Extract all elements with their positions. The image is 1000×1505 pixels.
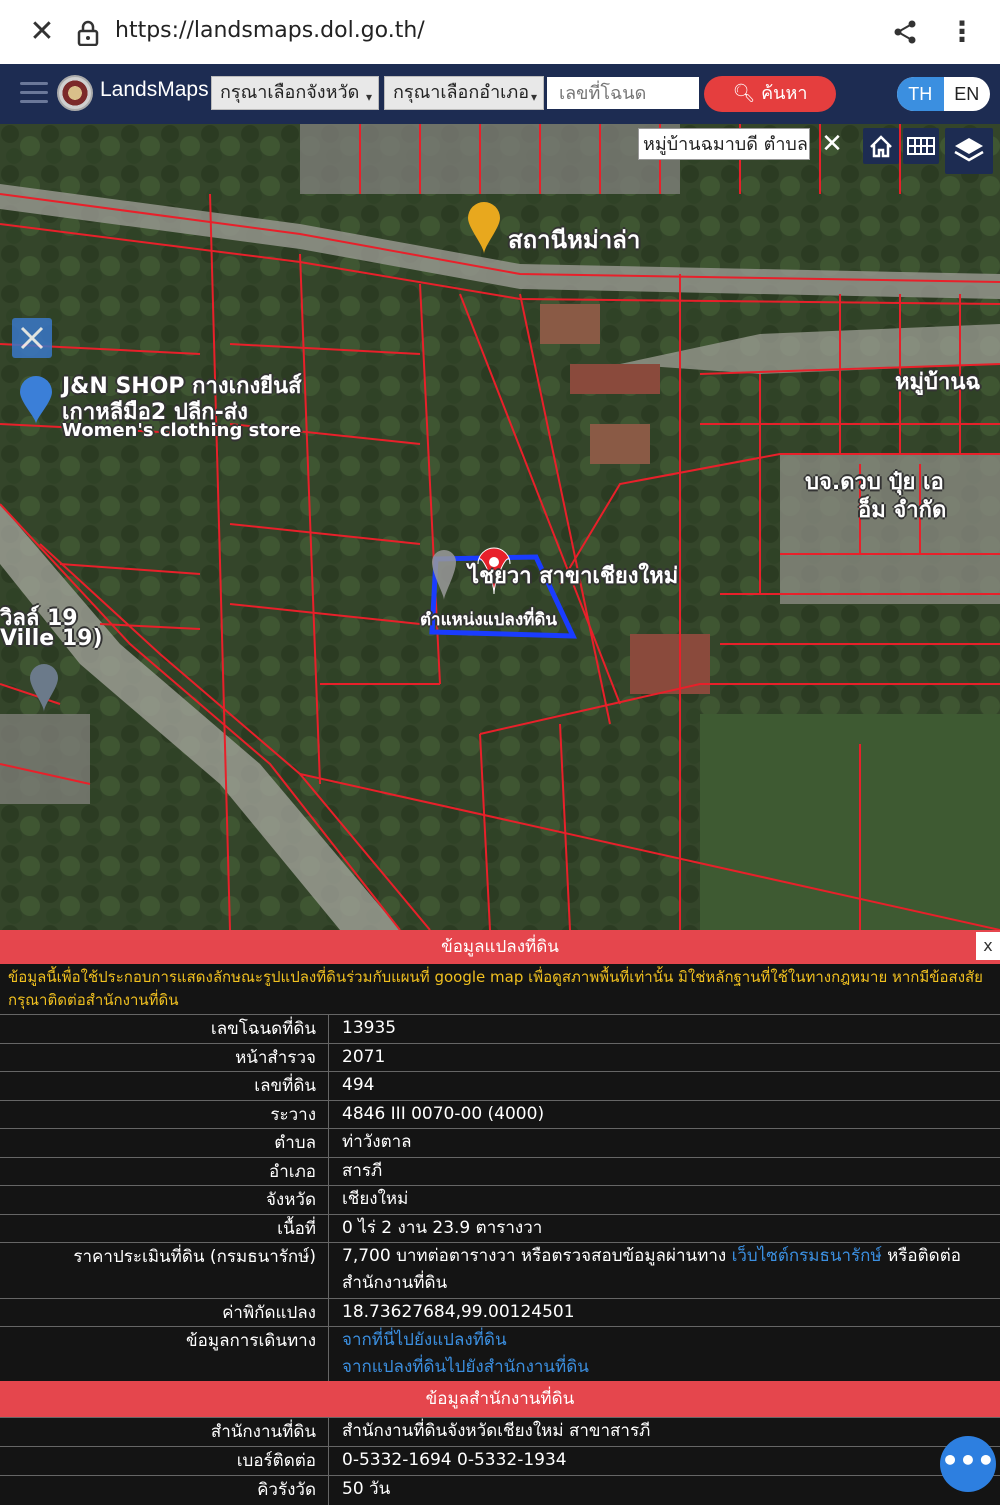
home-icon (870, 135, 892, 158)
info-row-value: 2071 (342, 1046, 386, 1067)
office-key: สำนักงานที่ดิน (0, 1418, 329, 1446)
info-row-value: เชียงใหม่ (342, 1189, 409, 1209)
info-row: ตำบล ท่าวังตาล (0, 1128, 1000, 1157)
district-select-value: กรุณาเลือกอำเภอ (393, 82, 530, 103)
clear-search-icon[interactable]: ✕ (818, 130, 846, 158)
directions-value: จากที่นี่ไปยังแปลงที่ดิน จากแปลงที่ดินไป… (342, 1327, 992, 1381)
measure-tool-button[interactable] (12, 318, 52, 358)
info-row-value: 4846 III 0070-00 (4000) (342, 1103, 545, 1124)
directions-to-parcel-link[interactable]: จากที่นี่ไปยังแปลงที่ดิน (342, 1327, 992, 1354)
directions-key: ข้อมูลการเดินทาง (0, 1327, 329, 1381)
layers-icon (954, 138, 984, 162)
coords-row: ค่าพิกัดแปลง 18.73627684,99.00124501 (0, 1298, 1000, 1326)
search-button-label: ค้นหา (761, 83, 808, 104)
lock-icon (77, 20, 99, 46)
satellite-map (0, 124, 1000, 930)
info-row-key: เลขที่ดิน (0, 1072, 329, 1100)
info-row-value: ท่าวังตาล (342, 1132, 412, 1152)
language-toggle[interactable]: TH EN (897, 77, 990, 111)
info-row: หน้าสำรวจ 2071 (0, 1042, 1000, 1071)
hamburger-menu-icon[interactable] (20, 82, 48, 104)
info-row: เนื้อที่ 0 ไร่ 2 งาน 23.9 ตารางวา (0, 1213, 1000, 1242)
parcel-info-header: ข้อมูลแปลงที่ดิน (0, 930, 1000, 964)
price-row: ราคาประเมินที่ดิน (กรมธนารักษ์) 7,700 บา… (0, 1242, 1000, 1298)
lang-th-button[interactable]: TH (897, 77, 944, 111)
directions-to-office-link[interactable]: จากแปลงที่ดินไปยังสำนักงานที่ดิน (342, 1354, 992, 1381)
poi-label-village: หมู่บ้านฉ (895, 370, 981, 395)
poi-label-shop-line3: Women's clothing store (62, 420, 302, 441)
info-row-value: 0 ไร่ 2 งาน 23.9 ตารางวา (342, 1217, 543, 1238)
chevron-down-icon: ▾ (530, 90, 537, 104)
info-row-value: 13935 (342, 1018, 397, 1038)
treasury-website-link[interactable]: เว็บไซต์กรมธนารักษ์ (732, 1246, 882, 1266)
chevron-down-icon: ▾ (365, 90, 372, 104)
province-select[interactable]: กรุณาเลือกจังหวัด ▾ (211, 76, 379, 110)
info-row: อำเภอ สารภี (0, 1156, 1000, 1185)
phone-link[interactable]: 0-5332-1694 0-5332-1934 (342, 1447, 992, 1474)
landsmaps-logo (57, 75, 93, 111)
map-search-input[interactable]: หมู่บ้านฉมาบดี ตำบล (638, 128, 810, 160)
brand-name: LandsMaps (100, 78, 209, 101)
queue-key: คิวรังวัด (0, 1476, 329, 1505)
map-view[interactable]: สถานีหม่าล่า J&N SHOP กางเกงยีนส์ เกาหลี… (0, 124, 1000, 930)
parcel-position-label: ตำแหน่งแปลงที่ดิน (420, 610, 558, 630)
price-value: 7,700 บาทต่อตารางวา หรือตรวจสอบข้อมูลผ่า… (342, 1243, 992, 1297)
queue-row: คิวรังวัด 50 วัน (0, 1475, 1000, 1505)
close-icon[interactable]: ✕ (28, 17, 56, 47)
search-button[interactable]: 🔍︎ ค้นหา (704, 76, 836, 112)
info-row-key: จังหวัด (0, 1186, 329, 1214)
info-row-key: ระวาง (0, 1100, 329, 1128)
district-select[interactable]: กรุณาเลือกอำเภอ ▾ (384, 76, 544, 110)
more-actions-button[interactable]: ••• (940, 1436, 996, 1492)
office-value: สำนักงานที่ดินจังหวัดเชียงใหม่ สาขาสารภี (342, 1421, 651, 1441)
price-key: ราคาประเมินที่ดิน (กรมธนารักษ์) (0, 1243, 329, 1298)
poi-label-branch: ไชยวา สาขาเชียงใหม่ (468, 564, 679, 589)
province-select-value: กรุณาเลือกจังหวัด (220, 82, 360, 103)
grid-icon (907, 137, 935, 155)
deed-number-input[interactable] (547, 77, 699, 109)
layers-button[interactable] (945, 128, 993, 174)
poi-label-station: สถานีหม่าล่า (508, 226, 641, 254)
info-row: เลขโฉนดที่ดิน 13935 (0, 1014, 1000, 1043)
price-value-text: 7,700 บาทต่อตารางวา หรือตรวจสอบข้อมูลผ่า… (342, 1246, 727, 1266)
queue-value: 50 วัน (342, 1479, 391, 1499)
coords-link[interactable]: 18.73627684,99.00124501 (342, 1299, 992, 1326)
info-row: จังหวัด เชียงใหม่ (0, 1185, 1000, 1214)
info-row-key: หน้าสำรวจ (0, 1043, 329, 1071)
more-options-icon[interactable]: ⋮ (948, 16, 976, 48)
browser-url-bar: ✕ https://landsmaps.dol.go.th/ ⋮ (0, 0, 1000, 64)
info-row-value: 494 (342, 1075, 375, 1095)
ruler-pencil-icon (20, 326, 44, 350)
info-row-key: เนื้อที่ (0, 1214, 329, 1242)
directions-row: ข้อมูลการเดินทาง จากที่นี่ไปยังแปลงที่ดิ… (0, 1326, 1000, 1381)
panel-close-button[interactable]: x (976, 932, 1000, 960)
info-row: ระวาง 4846 III 0070-00 (4000) (0, 1099, 1000, 1128)
grid-button[interactable] (903, 128, 939, 164)
share-icon[interactable] (892, 19, 918, 45)
phone-row: เบอร์ติดต่อ 0-5332-1694 0-5332-1934 (0, 1446, 1000, 1475)
search-icon: 🔍︎ (732, 83, 756, 104)
info-row-key: ตำบล (0, 1129, 329, 1157)
lang-en-button[interactable]: EN (944, 77, 991, 111)
home-button[interactable] (863, 128, 899, 164)
disclaimer-notice: ข้อมูลนี้เพื่อใช้ประกอบการแสดงลักษณะรูปแ… (0, 964, 1000, 1014)
poi-label-ville-line2: Ville 19) (0, 626, 103, 651)
office-row: สำนักงานที่ดิน สำนักงานที่ดินจังหวัดเชีย… (0, 1417, 1000, 1446)
office-info-header: ข้อมูลสำนักงานที่ดิน (0, 1381, 1000, 1417)
info-row-value: สารภี (342, 1160, 383, 1181)
poi-label-company-line2: อ็ม จำกัด (858, 498, 947, 523)
url-text[interactable]: https://landsmaps.dol.go.th/ (115, 18, 425, 43)
info-row-key: อำเภอ (0, 1157, 329, 1185)
info-row-key: เลขโฉนดที่ดิน (0, 1015, 329, 1043)
phone-key: เบอร์ติดต่อ (0, 1447, 329, 1475)
info-row: เลขที่ดิน 494 (0, 1071, 1000, 1100)
coords-key: ค่าพิกัดแปลง (0, 1299, 329, 1326)
